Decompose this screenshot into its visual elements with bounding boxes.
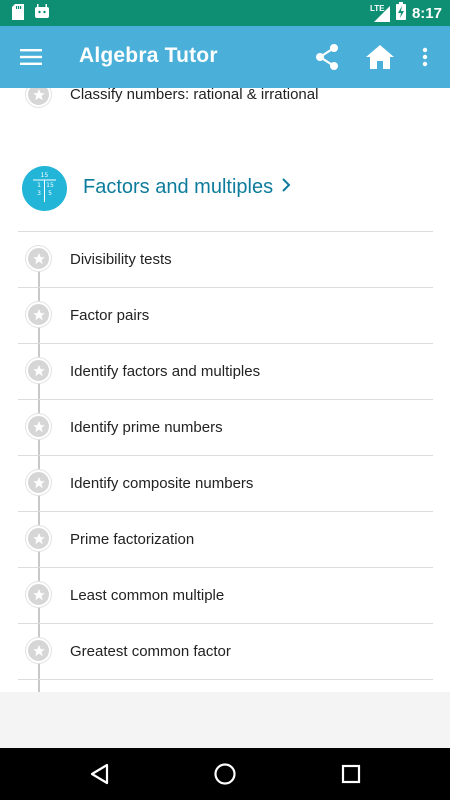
star-icon xyxy=(26,582,51,607)
share-icon[interactable] xyxy=(310,40,344,74)
android-icon xyxy=(34,4,50,25)
recents-icon[interactable] xyxy=(338,761,364,787)
factors-section-icon: 15 1 15 3 5 xyxy=(22,166,67,211)
row-divider xyxy=(18,623,433,624)
app-title: Algebra Tutor xyxy=(79,44,218,67)
row-divider xyxy=(18,511,433,512)
sd-card-icon xyxy=(12,4,24,25)
icon-number: 15 xyxy=(46,182,54,189)
signal-icon: LTE xyxy=(370,4,390,22)
list-item-label: Identify prime numbers xyxy=(70,419,223,436)
star-icon xyxy=(26,526,51,551)
section-title-link[interactable]: Factors and multiples xyxy=(83,176,291,199)
row-divider xyxy=(18,679,433,680)
row-divider xyxy=(18,343,433,344)
list-item-classify-numbers[interactable]: Classify numbers: rational & irrational xyxy=(70,88,318,103)
list-item-label: Identify composite numbers xyxy=(70,475,254,492)
more-vert-icon[interactable] xyxy=(414,40,436,74)
icon-number: 15 xyxy=(41,172,49,179)
icon-number: 5 xyxy=(48,190,52,197)
home-circle-icon[interactable] xyxy=(212,761,238,787)
app-bar: Algebra Tutor xyxy=(0,26,450,88)
system-nav-bar xyxy=(0,748,450,800)
row-divider xyxy=(18,399,433,400)
star-icon xyxy=(26,414,51,439)
star-icon xyxy=(26,246,51,271)
battery-charging-icon xyxy=(395,1,406,25)
row-divider xyxy=(18,455,433,456)
status-bar: LTE 8:17 xyxy=(0,0,450,26)
skill-list: Classify numbers: rational & irrational … xyxy=(0,88,450,692)
menu-icon[interactable] xyxy=(14,40,48,74)
row-divider xyxy=(18,287,433,288)
home-icon[interactable] xyxy=(362,40,398,74)
back-icon[interactable] xyxy=(86,761,112,787)
section-title: Factors and multiples xyxy=(83,176,274,198)
list-item-label: Prime factorization xyxy=(70,531,195,548)
section-divider xyxy=(18,231,433,232)
star-icon xyxy=(26,638,51,663)
list-item-label: Factor pairs xyxy=(70,307,150,324)
icon-number: 1 xyxy=(37,182,41,189)
icon-number: 3 xyxy=(37,190,41,197)
list-item-label: Least common multiple xyxy=(70,587,225,604)
star-icon xyxy=(26,302,51,327)
star-icon xyxy=(26,358,51,383)
list-item-label: Identify factors and multiples xyxy=(70,363,261,380)
chevron-right-icon xyxy=(281,176,291,199)
star-icon xyxy=(26,470,51,495)
clock: 8:17 xyxy=(411,4,442,22)
list-item-label: Divisibility tests xyxy=(70,251,172,268)
star-icon xyxy=(26,88,51,107)
row-divider xyxy=(18,567,433,568)
list-item-label: Greatest common factor xyxy=(70,643,231,660)
